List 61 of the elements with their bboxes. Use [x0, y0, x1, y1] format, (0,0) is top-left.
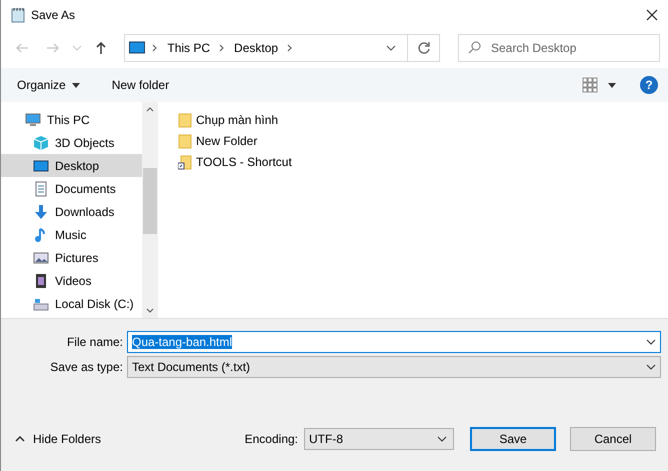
chevron-up-icon — [146, 106, 154, 112]
up-arrow-icon — [94, 41, 108, 55]
sidebar-item[interactable]: Desktop — [1, 154, 142, 177]
breadcrumb-item[interactable]: This PC — [165, 41, 212, 55]
chevron-right-icon — [218, 44, 226, 52]
chevron-right-icon — [151, 44, 160, 52]
chevron-up-icon — [15, 436, 25, 442]
chevron-down-icon — [646, 364, 656, 370]
folder-icon — [178, 112, 192, 128]
cancel-button[interactable]: Cancel — [570, 427, 656, 451]
grid-view-icon[interactable] — [582, 77, 598, 93]
sidebar-item[interactable]: Documents — [1, 177, 142, 200]
save-as-type-dropdown[interactable]: Text Documents (*.txt) — [127, 356, 661, 378]
folder-icon — [178, 133, 192, 149]
sidebar-item[interactable]: Local Disk (C:) — [1, 292, 142, 315]
monitor-icon — [33, 158, 49, 174]
sidebar-item[interactable]: Pictures — [1, 246, 142, 269]
monitor-icon — [25, 112, 41, 128]
chevron-right-icon — [286, 44, 294, 52]
file-name-label: File name: — [66, 334, 123, 348]
save-button[interactable]: Save — [470, 427, 556, 451]
save-as-type-label: Save as type: — [49, 360, 123, 374]
file-item[interactable]: Chụp màn hình — [178, 112, 668, 128]
sidebar-item[interactable]: Music — [1, 223, 142, 246]
forward-arrow-icon — [46, 41, 60, 55]
chevron-down-icon — [437, 436, 447, 442]
encoding-label: Encoding: — [244, 432, 298, 446]
back-arrow-icon — [15, 41, 30, 55]
sidebar-item[interactable]: This PC — [1, 108, 142, 131]
refresh-icon — [416, 41, 430, 55]
notepad-icon — [11, 7, 25, 23]
search-icon — [468, 41, 481, 54]
cube-icon — [33, 134, 49, 150]
new-folder-button[interactable]: New folder — [108, 74, 174, 96]
organize-button[interactable]: Organize — [13, 74, 84, 96]
caret-down-icon[interactable] — [608, 82, 616, 88]
sidebar-item[interactable]: 3D Objects — [1, 131, 142, 154]
file-item[interactable]: New Folder — [178, 133, 668, 149]
chevron-down-icon — [386, 45, 396, 51]
close-icon[interactable] — [646, 9, 658, 21]
file-name-field[interactable]: Qua-tang-ban.html — [127, 330, 661, 352]
help-button[interactable]: ? — [640, 76, 658, 94]
encoding-dropdown[interactable]: UTF-8 — [304, 428, 454, 450]
breadcrumb-item[interactable]: Desktop — [232, 41, 280, 55]
sidebar-item[interactable]: Videos — [1, 269, 142, 292]
window-title: Save As — [31, 8, 76, 22]
film-icon — [33, 272, 49, 288]
address-bar[interactable]: This PC Desktop — [124, 34, 440, 62]
down-arrow-icon — [33, 204, 49, 220]
caret-down-icon — [72, 82, 80, 88]
sidebar-item[interactable]: Downloads — [1, 200, 142, 223]
document-icon — [33, 180, 49, 196]
monitor-icon — [129, 41, 146, 55]
picture-icon — [33, 250, 49, 266]
folder-shortcut-icon — [178, 154, 192, 170]
chevron-down-icon — [146, 308, 154, 314]
file-item[interactable]: TOOLS - Shortcut — [178, 154, 668, 170]
scrollbar[interactable] — [142, 102, 158, 318]
search-field[interactable]: Search Desktop — [458, 34, 660, 62]
hide-folders-button[interactable]: Hide Folders — [15, 432, 102, 446]
chevron-down-icon — [646, 338, 656, 344]
